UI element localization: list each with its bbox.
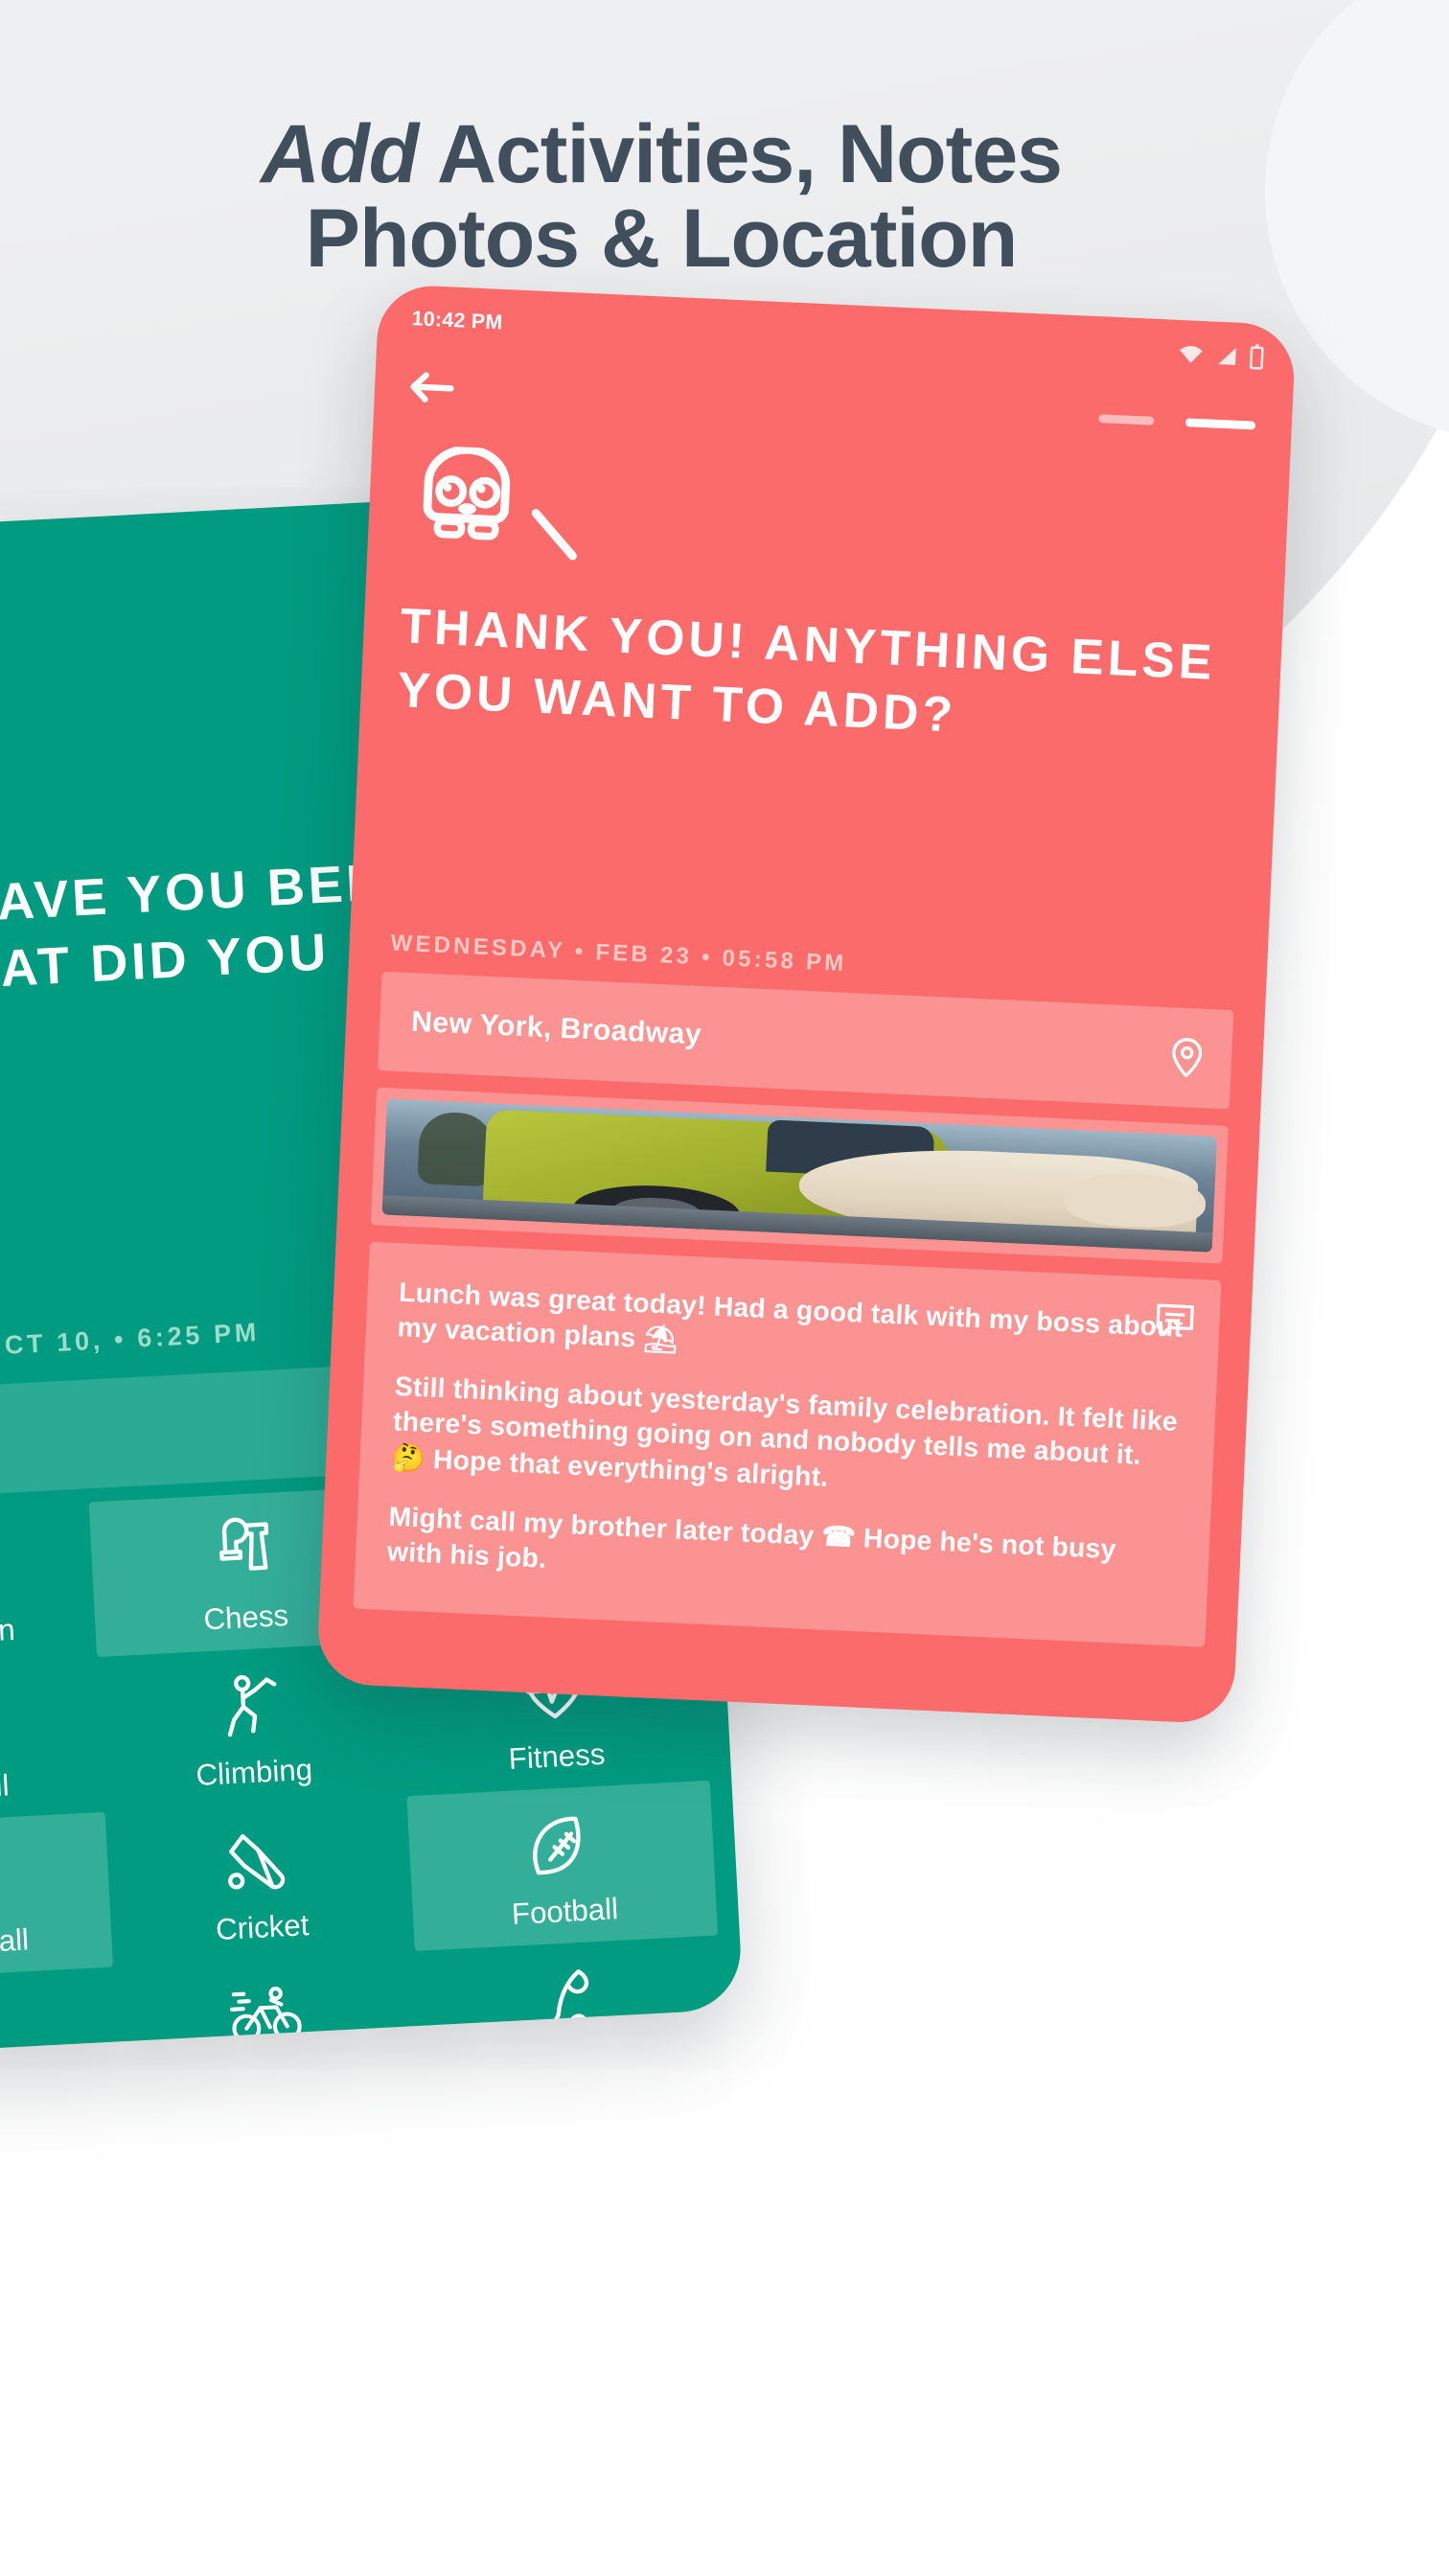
sport-item-baseball[interactable]: Baseball [0, 1657, 104, 1828]
wifi-icon [1180, 346, 1203, 363]
chess-icon [219, 1517, 269, 1571]
cricket-icon [228, 1833, 286, 1890]
sport-item-basketball[interactable]: Basketball [0, 1811, 113, 1983]
promo-stage: Add Activities, Notes Photos & Location … [0, 0, 1449, 2576]
battery-icon [1249, 345, 1264, 370]
promo-headline: Add Activities, Notes Photos & Location [0, 112, 1322, 285]
nav-dash-large[interactable] [1184, 417, 1256, 429]
sport-label: Badminton [0, 1612, 16, 1654]
skull-mascot-icon [423, 445, 511, 540]
photo-attachment[interactable] [370, 1087, 1229, 1263]
phone-screen-red: 10:42 PM THANK YOU! ANYTHING ELSE YOU WA… [315, 284, 1297, 1725]
slash-icon [531, 509, 577, 561]
sport-label: Chess [202, 1598, 289, 1637]
sport-item-cricket[interactable]: Cricket [104, 1796, 415, 1966]
sport-item-badminton[interactable]: Badminton [0, 1502, 97, 1672]
signal-icon [1218, 347, 1236, 365]
nav-dash-small[interactable] [1098, 413, 1155, 426]
cat-on-car-photo [381, 1097, 1218, 1253]
sport-label: Climbing [195, 1752, 313, 1792]
location-text: New York, Broadway [410, 1004, 702, 1051]
notes-card[interactable]: Lunch was great today! Had a good talk w… [353, 1241, 1222, 1648]
cycling-icon [230, 1986, 306, 2046]
location-pin-icon[interactable] [1168, 1036, 1207, 1079]
sport-label: Fitness [507, 1736, 607, 1776]
sport-item-boxing[interactable]: Boxing [0, 1966, 121, 2058]
red-status-icons [1177, 342, 1264, 370]
sport-label: Golf [544, 2047, 601, 2058]
climbing-icon [227, 1674, 277, 1736]
note-paragraph: Still thinking about yesterday's family … [390, 1370, 1179, 1492]
red-status-time: 10:42 PM [411, 307, 504, 334]
headline-line-1-rest: Activities, Notes [418, 108, 1063, 200]
golf-icon [551, 1968, 588, 2033]
comment-bubble-icon[interactable] [1154, 1301, 1197, 1340]
red-nav-dashes [1098, 413, 1256, 429]
sport-label: Cricket [215, 1907, 310, 1946]
sport-label: Football [511, 1891, 619, 1931]
boxing-icon [0, 1991, 6, 2058]
sport-item-cycling[interactable]: Cycling [113, 1951, 424, 2059]
football-icon [532, 1816, 581, 1874]
note-paragraph: Might call my brother later today ☎ Hope… [386, 1501, 1117, 1575]
headline-line-2: Photos & Location [305, 192, 1019, 285]
headline-italic-word: Add [261, 108, 419, 200]
photo-tree [416, 1111, 495, 1187]
back-arrow-icon[interactable] [408, 368, 456, 406]
sport-item-football[interactable]: Football [406, 1780, 719, 1951]
sport-label: Baseball [0, 1767, 11, 1808]
note-paragraph: Lunch was great today! Had a good talk w… [396, 1276, 1184, 1355]
sport-item-golf[interactable]: Golf [415, 1935, 725, 2058]
sport-label: Basketball [0, 1921, 30, 1964]
